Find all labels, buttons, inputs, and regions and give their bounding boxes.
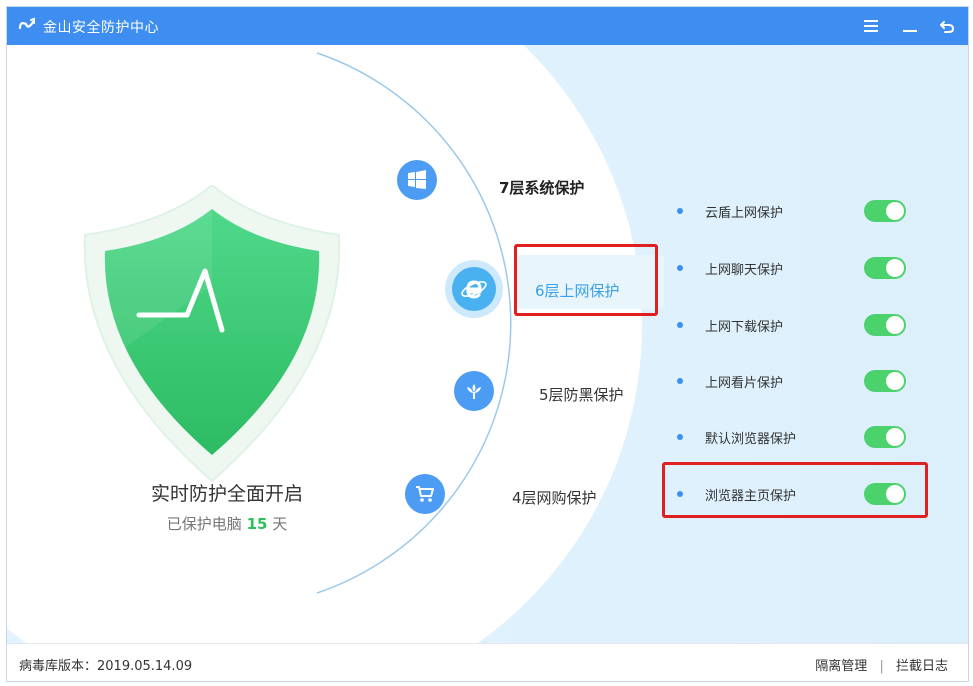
- footer-separator: |: [879, 659, 884, 674]
- feature-row: 默认浏览器保护: [667, 422, 917, 452]
- back-arrow-icon: [940, 21, 955, 33]
- layer-5-antihack-button[interactable]: [454, 371, 494, 411]
- menu-icon: [864, 20, 878, 32]
- feature-toggle-homepage[interactable]: [864, 483, 906, 505]
- layer-5-label[interactable]: 5层防黑保护: [539, 384, 624, 405]
- protected-days-count: 15: [246, 515, 268, 533]
- menu-button[interactable]: [860, 15, 882, 37]
- layer-6-internet-button[interactable]: [445, 260, 503, 318]
- minimize-button[interactable]: [899, 15, 921, 37]
- feature-label: 上网下载保护: [705, 320, 784, 335]
- feature-label: 上网聊天保护: [705, 263, 784, 278]
- minimize-icon: [903, 30, 917, 32]
- bullet-dot: [677, 265, 683, 271]
- windows-icon: [408, 170, 426, 189]
- protection-shield: [83, 185, 341, 483]
- feature-label: 云盾上网保护: [705, 206, 784, 221]
- bullet-dot: [677, 378, 683, 384]
- layer-6-label[interactable]: 6层上网保护: [535, 280, 620, 301]
- protected-days-prefix: 已保护电脑: [166, 515, 242, 533]
- feature-toggle-download[interactable]: [864, 314, 906, 336]
- status-bar: 病毒库版本：2019.05.14.09 隔离管理 | 拦截日志: [7, 643, 968, 681]
- bullet-dot: [677, 491, 683, 497]
- layer-7-label[interactable]: 7层系统保护: [499, 177, 584, 198]
- app-window: 金山安全防护中心 实时防护全面开启 已保护电脑 15 天 7层系统保护 6层上网…: [6, 6, 969, 682]
- protected-days-suffix: 天: [272, 515, 288, 533]
- protected-days-text: 已保护电脑 15 天: [107, 513, 347, 534]
- footer-links: 隔离管理 | 拦截日志: [815, 655, 948, 674]
- feature-label: 浏览器主页保护: [705, 489, 797, 504]
- feature-label: 默认浏览器保护: [705, 432, 797, 447]
- title-bar: 金山安全防护中心: [7, 7, 968, 45]
- feature-row: 上网看片保护: [667, 366, 917, 396]
- layer-4-label[interactable]: 4层网购保护: [512, 487, 597, 508]
- layer-7-system-button[interactable]: [397, 160, 437, 200]
- bullet-dot: [677, 322, 683, 328]
- main-content: 实时防护全面开启 已保护电脑 15 天 7层系统保护 6层上网保护 5层防黑保护…: [7, 45, 968, 643]
- feature-row: 上网聊天保护: [667, 253, 917, 283]
- layer-4-shopping-button[interactable]: [405, 474, 445, 514]
- bullet-dot: [677, 434, 683, 440]
- feature-toggle-video[interactable]: [864, 370, 906, 392]
- window-title: 金山安全防护中心: [43, 20, 159, 36]
- quarantine-link[interactable]: 隔离管理: [815, 659, 867, 674]
- protection-status-title: 实时防护全面开启: [150, 483, 303, 505]
- kingsoft-logo-icon: [18, 17, 35, 30]
- back-button[interactable]: [936, 15, 958, 37]
- virus-db-version: 病毒库版本：2019.05.14.09: [19, 659, 193, 674]
- feature-toggle-cloud-shield[interactable]: [864, 200, 906, 222]
- bullet-dot: [677, 208, 683, 214]
- feature-toggle-chat[interactable]: [864, 257, 906, 279]
- shopping-cart-icon: [416, 486, 434, 502]
- feature-label: 上网看片保护: [705, 376, 784, 391]
- feature-row: 云盾上网保护: [667, 196, 917, 226]
- sprout-shield-icon: [467, 384, 481, 399]
- feature-toggle-default-browser[interactable]: [864, 426, 906, 448]
- intercept-log-link[interactable]: 拦截日志: [896, 659, 948, 674]
- feature-row: 上网下载保护: [667, 310, 917, 340]
- ie-browser-icon: [461, 280, 487, 299]
- feature-row: 浏览器主页保护: [667, 479, 917, 509]
